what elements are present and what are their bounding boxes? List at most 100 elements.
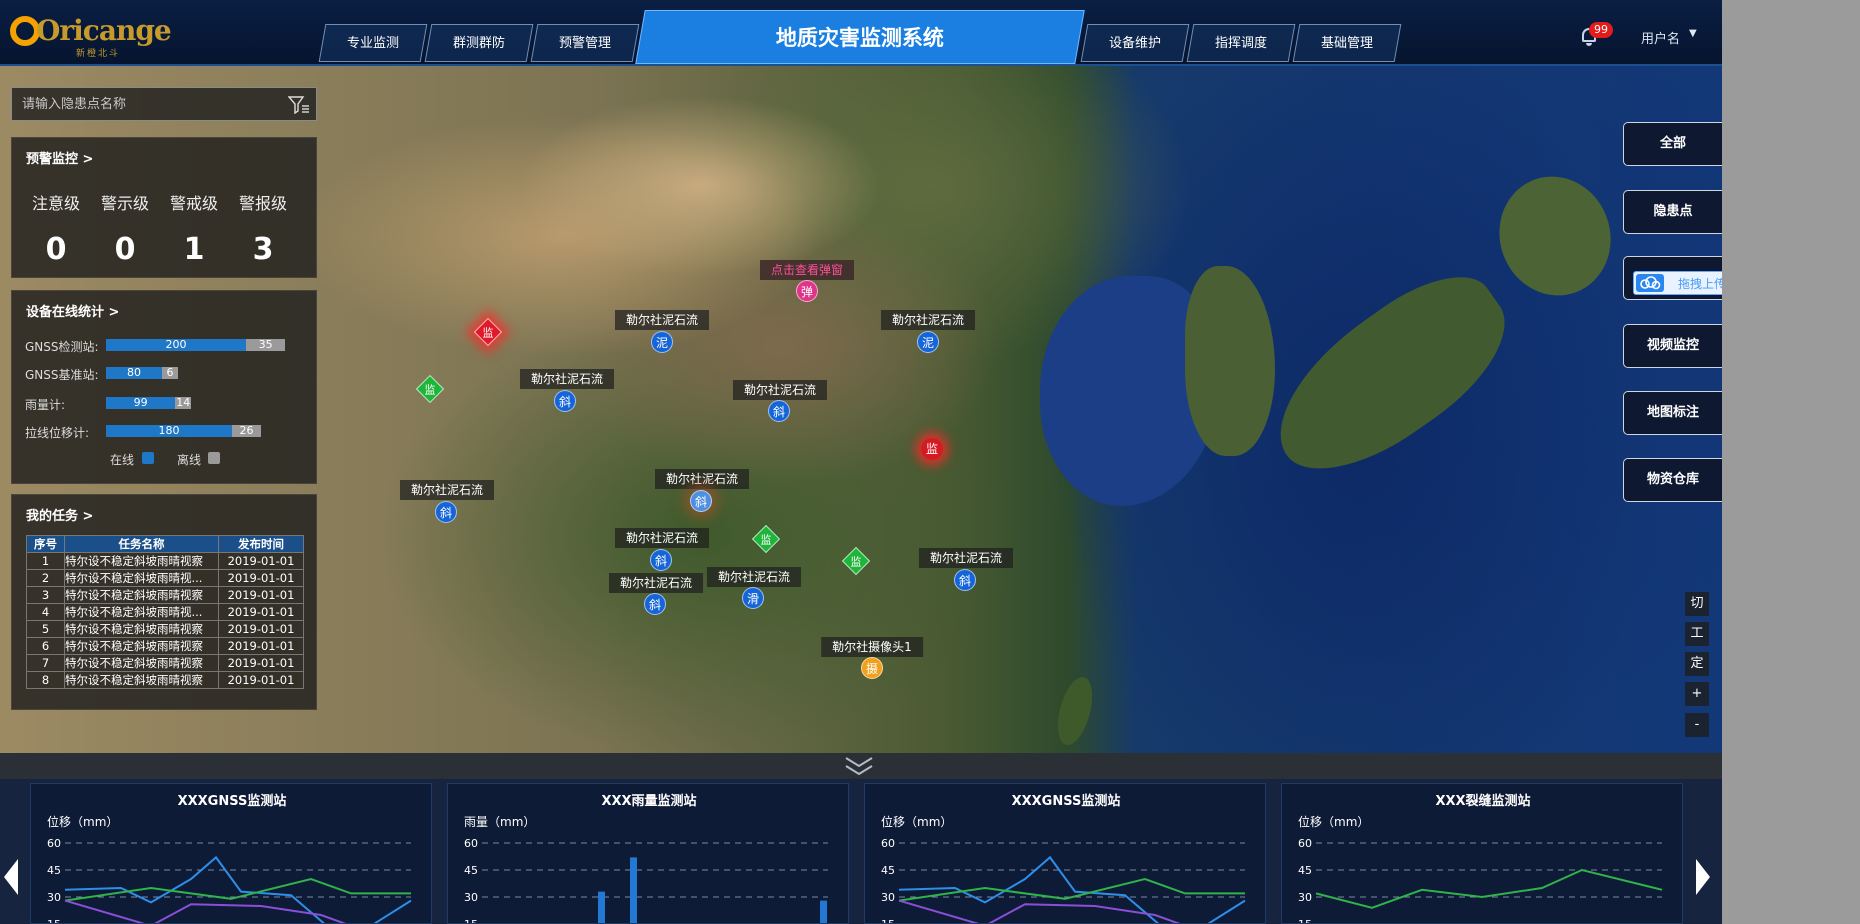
marker-debris-flow[interactable]: 泥 — [651, 331, 673, 353]
zoom-out-button[interactable]: - — [1685, 713, 1709, 737]
marker-slope[interactable]: 斜 — [554, 390, 576, 412]
table-cell: 特尔设不稳定斜坡雨晴视察 — [64, 620, 219, 638]
device-label: 雨量计: — [25, 398, 66, 412]
table-row[interactable]: 5 特尔设不稳定斜坡雨晴视察 2019-01-01 — [26, 620, 304, 638]
device-label: GNSS检测站: — [25, 340, 99, 354]
device-online-count: 99 — [106, 397, 176, 409]
nav-tab-label: 基础管理 — [1320, 36, 1373, 51]
table-row[interactable]: 6 特尔设不稳定斜坡雨晴视察 2019-01-01 — [26, 637, 304, 655]
popup-marker[interactable]: 弹 — [796, 280, 818, 302]
col-header: 发布时间 — [218, 535, 304, 553]
material-warehouse-button[interactable]: 物资仓库 — [1623, 458, 1722, 502]
task-panel-title[interactable]: 我的任务 > — [26, 505, 93, 524]
nav-tab-warning[interactable]: 预警管理 — [530, 24, 640, 62]
marker-label[interactable]: 勒尔社泥石流 — [399, 480, 495, 500]
filter-all-button[interactable]: 全部 — [1623, 122, 1722, 166]
search-box — [11, 87, 317, 121]
drag-upload-button[interactable]: 拖拽上传 — [1633, 271, 1722, 295]
chart-strip: XXXGNSS监测站位移（mm） 60 45 30 15 XXX雨量监测站雨量（mm） 6… — [0, 779, 1722, 924]
table-cell: 特尔设不稳定斜坡雨晴视察 — [64, 654, 219, 672]
search-input[interactable] — [12, 88, 272, 120]
video-monitor-button[interactable]: 视频监控 — [1623, 324, 1722, 368]
marker-slope[interactable]: 斜 — [768, 400, 790, 422]
marker-label[interactable]: 勒尔社泥石流 — [614, 310, 710, 330]
warning-panel-title[interactable]: 预警监控 > — [26, 148, 93, 167]
monitor-marker[interactable]: 监 — [415, 374, 445, 404]
hazard-point-button[interactable]: 隐患点 — [1623, 190, 1722, 234]
y-tick-label: 15 — [881, 918, 895, 924]
marker-label[interactable]: 勒尔社泥石流 — [880, 310, 976, 330]
marker-slope[interactable]: 斜 — [690, 490, 712, 512]
table-cell: 2019-01-01 — [218, 671, 304, 689]
y-tick-label: 15 — [47, 918, 61, 924]
table-cell: 2019-01-01 — [218, 637, 304, 655]
nav-tab-dispatch[interactable]: 指挥调度 — [1186, 24, 1296, 62]
marker-label[interactable]: 勒尔社泥石流 — [654, 469, 750, 489]
marker-label[interactable]: 勒尔社泥石流 — [608, 573, 704, 593]
series-line — [1315, 868, 1663, 909]
table-row[interactable]: 4 特尔设不稳定斜坡雨晴视... 2019-01-01 — [26, 603, 304, 621]
table-row[interactable]: 8 特尔设不稳定斜坡雨晴视察 2019-01-01 — [26, 671, 304, 689]
upload-label: 拖拽上传 — [1678, 277, 1722, 291]
nav-tab-professional[interactable]: 专业监测 — [318, 24, 428, 62]
system-title: 地质灾害监测系统 — [635, 10, 1085, 64]
chevron-down-icon[interactable]: ▼ — [1689, 28, 1697, 39]
marker-label[interactable]: 勒尔社摄像头1 — [821, 637, 923, 657]
marker-slope[interactable]: 斜 — [644, 593, 666, 615]
marker-slope[interactable]: 斜 — [650, 549, 672, 571]
double-chevron-down-icon[interactable] — [843, 755, 875, 777]
filter-icon[interactable] — [288, 96, 310, 114]
y-tick-label: 45 — [881, 864, 895, 877]
table-cell: 特尔设不稳定斜坡雨晴视察 — [64, 586, 219, 604]
tool-locate-button[interactable]: 定 — [1685, 652, 1709, 676]
nav-tab-group-prevention[interactable]: 群测群防 — [424, 24, 534, 62]
next-arrow-icon[interactable] — [1696, 859, 1710, 895]
marker-label[interactable]: 勒尔社泥石流 — [519, 369, 615, 389]
device-online-count: 180 — [106, 425, 232, 437]
map-land — [1249, 252, 1531, 500]
y-tick-label: 60 — [1298, 837, 1312, 850]
table-cell: 1 — [26, 552, 65, 570]
monitor-marker-alert[interactable]: 监 — [921, 438, 943, 460]
chart-svg: XXX裂缝监测站位移（mm） 60 45 30 15 — [1298, 793, 1663, 923]
marker-label[interactable]: 勒尔社泥石流 — [918, 548, 1014, 568]
table-row[interactable]: 3 特尔设不稳定斜坡雨晴视察 2019-01-01 — [26, 586, 304, 604]
user-menu[interactable]: 用户名 — [1641, 28, 1680, 47]
nav-tab-maintenance[interactable]: 设备维护 — [1080, 24, 1190, 62]
zoom-in-button[interactable]: + — [1685, 682, 1709, 706]
table-row[interactable]: 1 特尔设不稳定斜坡雨晴视察 2019-01-01 — [26, 552, 304, 570]
marker-slope[interactable]: 斜 — [954, 569, 976, 591]
monitor-marker[interactable]: 监 — [751, 524, 781, 554]
monitor-marker-alert[interactable]: 监 — [473, 317, 503, 347]
bar — [820, 900, 827, 923]
table-row[interactable]: 7 特尔设不稳定斜坡雨晴视察 2019-01-01 — [26, 654, 304, 672]
prev-arrow-icon[interactable] — [4, 859, 18, 895]
marker-landslide[interactable]: 滑 — [742, 587, 764, 609]
tool-work-button[interactable]: 工 — [1685, 622, 1709, 646]
nav-tab-basic[interactable]: 基础管理 — [1292, 24, 1402, 62]
table-row[interactable]: 2 特尔设不稳定斜坡雨晴视... 2019-01-01 — [26, 569, 304, 587]
y-tick-label: 30 — [881, 891, 895, 904]
y-tick-label: 30 — [1298, 891, 1312, 904]
collapse-bar[interactable] — [0, 753, 1722, 779]
marker-label[interactable]: 勒尔社泥石流 — [732, 380, 828, 400]
monitor-marker[interactable]: 监 — [841, 546, 871, 576]
marker-slope[interactable]: 斜 — [435, 501, 457, 523]
table-cell: 3 — [26, 586, 65, 604]
popup-marker-label[interactable]: 点击查看弹窗 — [759, 260, 855, 280]
map-annotation-button[interactable]: 地图标注 — [1623, 391, 1722, 435]
chart-ylabel: 雨量（mm） — [464, 815, 535, 829]
marker-label[interactable]: 勒尔社泥石流 — [614, 528, 710, 548]
legend-online-label: 在线 — [110, 453, 135, 467]
marker-camera[interactable]: 摄 — [861, 657, 883, 679]
marker-debris-flow[interactable]: 泥 — [917, 331, 939, 353]
tool-switch-button[interactable]: 切 — [1685, 592, 1709, 616]
device-label: GNSS基准站: — [25, 368, 99, 382]
col-header: 任务名称 — [64, 535, 219, 553]
table-cell: 2019-01-01 — [218, 654, 304, 672]
series-line — [898, 899, 1181, 923]
y-tick-label: 45 — [1298, 864, 1312, 877]
device-panel-title[interactable]: 设备在线统计 > — [26, 301, 119, 320]
table-cell: 4 — [26, 603, 65, 621]
marker-label[interactable]: 勒尔社泥石流 — [706, 567, 802, 587]
